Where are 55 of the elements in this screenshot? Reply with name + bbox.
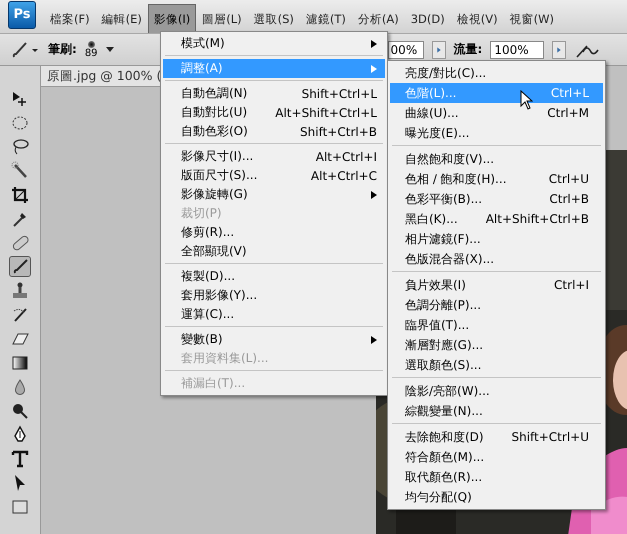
brush-tool-icon[interactable] bbox=[9, 256, 31, 277]
menu-item[interactable]: 黑白(K)... Alt+Shift+Ctrl+B bbox=[390, 209, 603, 229]
menu-item[interactable]: 負片效果(I) Ctrl+I bbox=[390, 275, 603, 295]
app-logo: Ps bbox=[8, 0, 36, 28]
menu-item[interactable]: 色相 / 飽和度(H)... Ctrl+U bbox=[390, 169, 603, 189]
menu-item[interactable]: 陰影/亮部(W)... bbox=[390, 381, 603, 401]
menu-bar-item[interactable]: 分析(A) bbox=[352, 4, 405, 33]
menu-item[interactable]: 複製(D)... bbox=[163, 267, 385, 286]
menu-bar-item[interactable]: 檔案(F) bbox=[44, 4, 96, 33]
menu-item[interactable]: 自然飽和度(V)... bbox=[390, 149, 603, 169]
crop-tool-icon[interactable] bbox=[9, 184, 31, 205]
menu-item[interactable]: 套用影像(Y)... bbox=[163, 286, 385, 305]
brush-preset-picker[interactable]: 89 bbox=[84, 40, 98, 58]
menu-item[interactable]: 全部顯現(V) bbox=[163, 242, 385, 261]
type-tool-icon[interactable] bbox=[9, 448, 31, 469]
menu-bar-item[interactable]: 檢視(V) bbox=[450, 4, 504, 33]
menu-item[interactable]: 取代顏色(R)... bbox=[390, 467, 603, 487]
menu-bar-item[interactable]: 視窗(W) bbox=[504, 4, 560, 33]
menu-item[interactable]: 臨界值(T)... bbox=[390, 315, 603, 335]
brush-icon[interactable] bbox=[10, 40, 40, 60]
menu-item[interactable]: 模式(M) bbox=[163, 34, 385, 53]
menu-item[interactable]: 相片濾鏡(F)... bbox=[390, 229, 603, 249]
menu-item[interactable]: 亮度/對比(C)... bbox=[390, 63, 603, 83]
menu-bar-item[interactable]: 濾鏡(T) bbox=[300, 4, 352, 33]
menu-item[interactable]: 漸層對應(G)... bbox=[390, 335, 603, 355]
menu-item[interactable]: 自動色調(N) Shift+Ctrl+L bbox=[163, 84, 385, 103]
menu-item[interactable]: 綜觀變量(N)... bbox=[390, 401, 603, 421]
caret-icon[interactable] bbox=[106, 47, 114, 52]
menu-item[interactable]: 運算(C)... bbox=[163, 305, 385, 324]
menu-bar-item[interactable]: 編輯(E) bbox=[96, 4, 148, 33]
menu-item[interactable]: 符合顏色(M)... bbox=[390, 447, 603, 467]
menu-item[interactable]: 自動對比(U) Alt+Shift+Ctrl+L bbox=[163, 103, 385, 122]
flow-label: 流量: bbox=[454, 41, 482, 58]
flow-field[interactable]: 100% bbox=[490, 40, 544, 58]
menu-item[interactable]: 色彩平衡(B)... Ctrl+B bbox=[390, 189, 603, 209]
menu-item[interactable]: 色調分離(P)... bbox=[390, 295, 603, 315]
menu-item[interactable]: 選取顏色(S)... bbox=[390, 355, 603, 375]
menu-item[interactable]: 版面尺寸(S)... Alt+Ctrl+C bbox=[163, 166, 385, 185]
menu-item[interactable]: 影像旋轉(G) bbox=[163, 185, 385, 204]
menu-item[interactable]: 去除飽和度(D) Shift+Ctrl+U bbox=[390, 427, 603, 447]
menu-item[interactable]: 影像尺寸(I)... Alt+Ctrl+I bbox=[163, 147, 385, 166]
menu-item[interactable]: 修剪(R)... bbox=[163, 223, 385, 242]
menu-item[interactable]: 均勻分配(Q) bbox=[390, 487, 603, 507]
brush-label: 筆刷: bbox=[48, 41, 77, 58]
menu-item[interactable]: 曲線(U)... Ctrl+M bbox=[390, 103, 603, 123]
menu-bar-item[interactable]: 影像(I) bbox=[148, 4, 196, 33]
opacity-field[interactable]: 00% bbox=[388, 40, 424, 58]
mouse-pointer-icon bbox=[520, 90, 533, 110]
menu-bar-item[interactable]: 3D(D) bbox=[404, 4, 451, 33]
menu-item[interactable]: 自動色彩(O) Shift+Ctrl+B bbox=[163, 122, 385, 141]
menu-item[interactable]: 曝光度(E)... bbox=[390, 123, 603, 143]
menu-bar-item[interactable]: 圖層(L) bbox=[196, 4, 248, 33]
menu-item[interactable]: 色版混合器(X)... bbox=[390, 249, 603, 269]
menu-item[interactable]: 變數(B) bbox=[163, 330, 385, 349]
menu-bar-item[interactable]: 選取(S) bbox=[248, 4, 300, 33]
